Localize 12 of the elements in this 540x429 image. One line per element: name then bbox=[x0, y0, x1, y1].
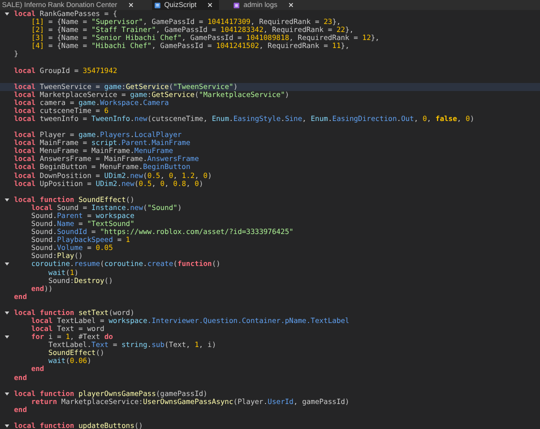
fold-arrow-icon[interactable] bbox=[4, 390, 10, 397]
script-icon bbox=[154, 2, 162, 8]
fold-arrow-icon[interactable] bbox=[4, 196, 10, 203]
close-icon[interactable] bbox=[288, 2, 294, 8]
close-icon[interactable] bbox=[128, 2, 134, 8]
close-icon[interactable] bbox=[207, 2, 214, 8]
fold-arrow-icon[interactable] bbox=[4, 423, 10, 429]
module-icon bbox=[233, 2, 240, 8]
fold-arrow-icon[interactable] bbox=[4, 334, 10, 340]
fold-arrow-icon[interactable] bbox=[4, 11, 10, 18]
fold-arrow-icon[interactable] bbox=[4, 310, 10, 316]
fold-arrow-icon[interactable] bbox=[4, 261, 10, 268]
